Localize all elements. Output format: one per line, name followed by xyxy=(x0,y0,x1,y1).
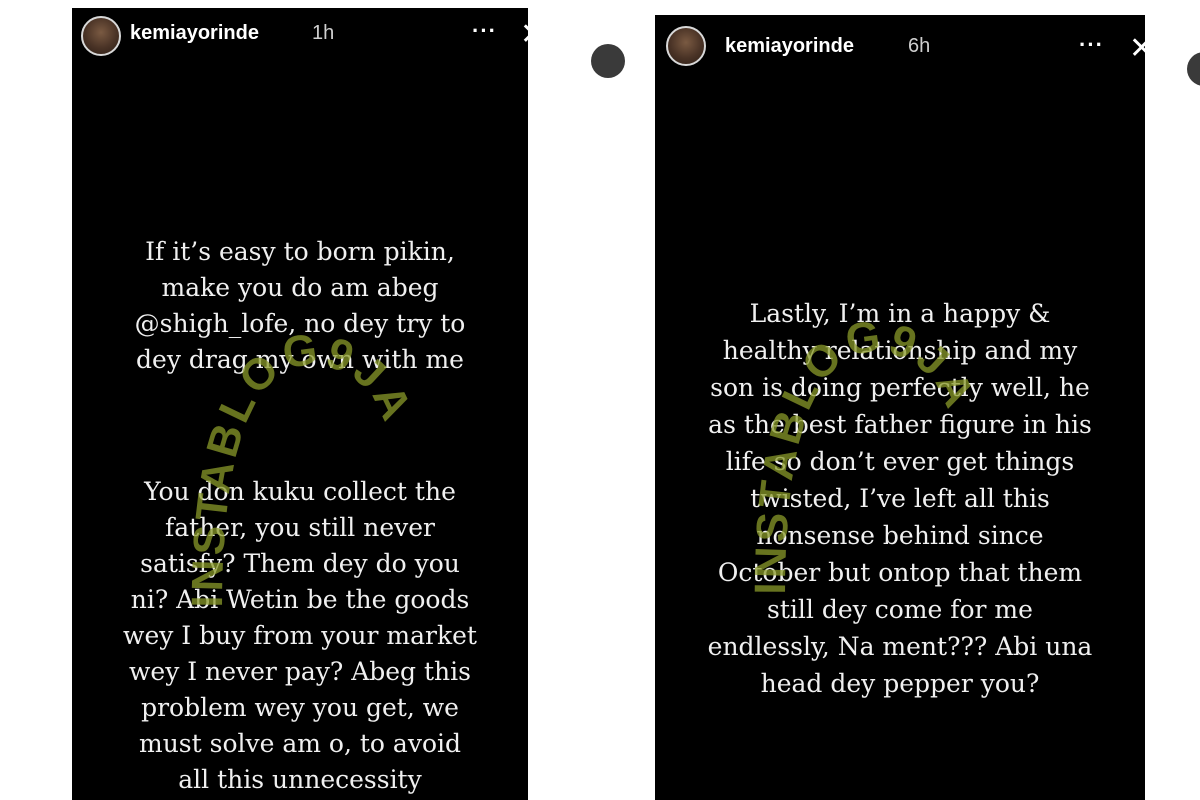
page: kemiayorinde 1h ··· ✕ If it’s easy to bo… xyxy=(0,0,1200,800)
story-header: kemiayorinde 1h ··· ✕ xyxy=(72,8,528,68)
close-icon[interactable]: ✕ xyxy=(520,20,528,50)
story-text-paragraph: If it’s easy to born pikin, make you do … xyxy=(134,237,466,374)
story-nav-circle-right[interactable] xyxy=(1187,52,1200,86)
story-header: kemiayorinde 6h ··· ✕ xyxy=(655,15,1145,75)
story-text-paragraph: You don kuku collect the father, you sti… xyxy=(123,477,477,794)
story-text-paragraph: Lastly, I’m in a happy & healthy relatio… xyxy=(707,299,1093,698)
more-options-icon[interactable]: ··· xyxy=(472,18,497,44)
close-icon[interactable]: ✕ xyxy=(1129,34,1145,64)
story-panel-left: kemiayorinde 1h ··· ✕ If it’s easy to bo… xyxy=(72,8,528,800)
username[interactable]: kemiayorinde xyxy=(725,35,854,58)
post-time: 6h xyxy=(908,35,931,57)
avatar[interactable] xyxy=(666,26,706,66)
story-nav-circle-left[interactable] xyxy=(591,44,625,78)
story-panel-right: kemiayorinde 6h ··· ✕ Lastly, I’m in a h… xyxy=(655,15,1145,800)
more-options-icon[interactable]: ··· xyxy=(1079,32,1104,58)
post-time: 1h xyxy=(312,22,335,44)
avatar[interactable] xyxy=(81,16,121,56)
username[interactable]: kemiayorinde xyxy=(130,22,259,45)
